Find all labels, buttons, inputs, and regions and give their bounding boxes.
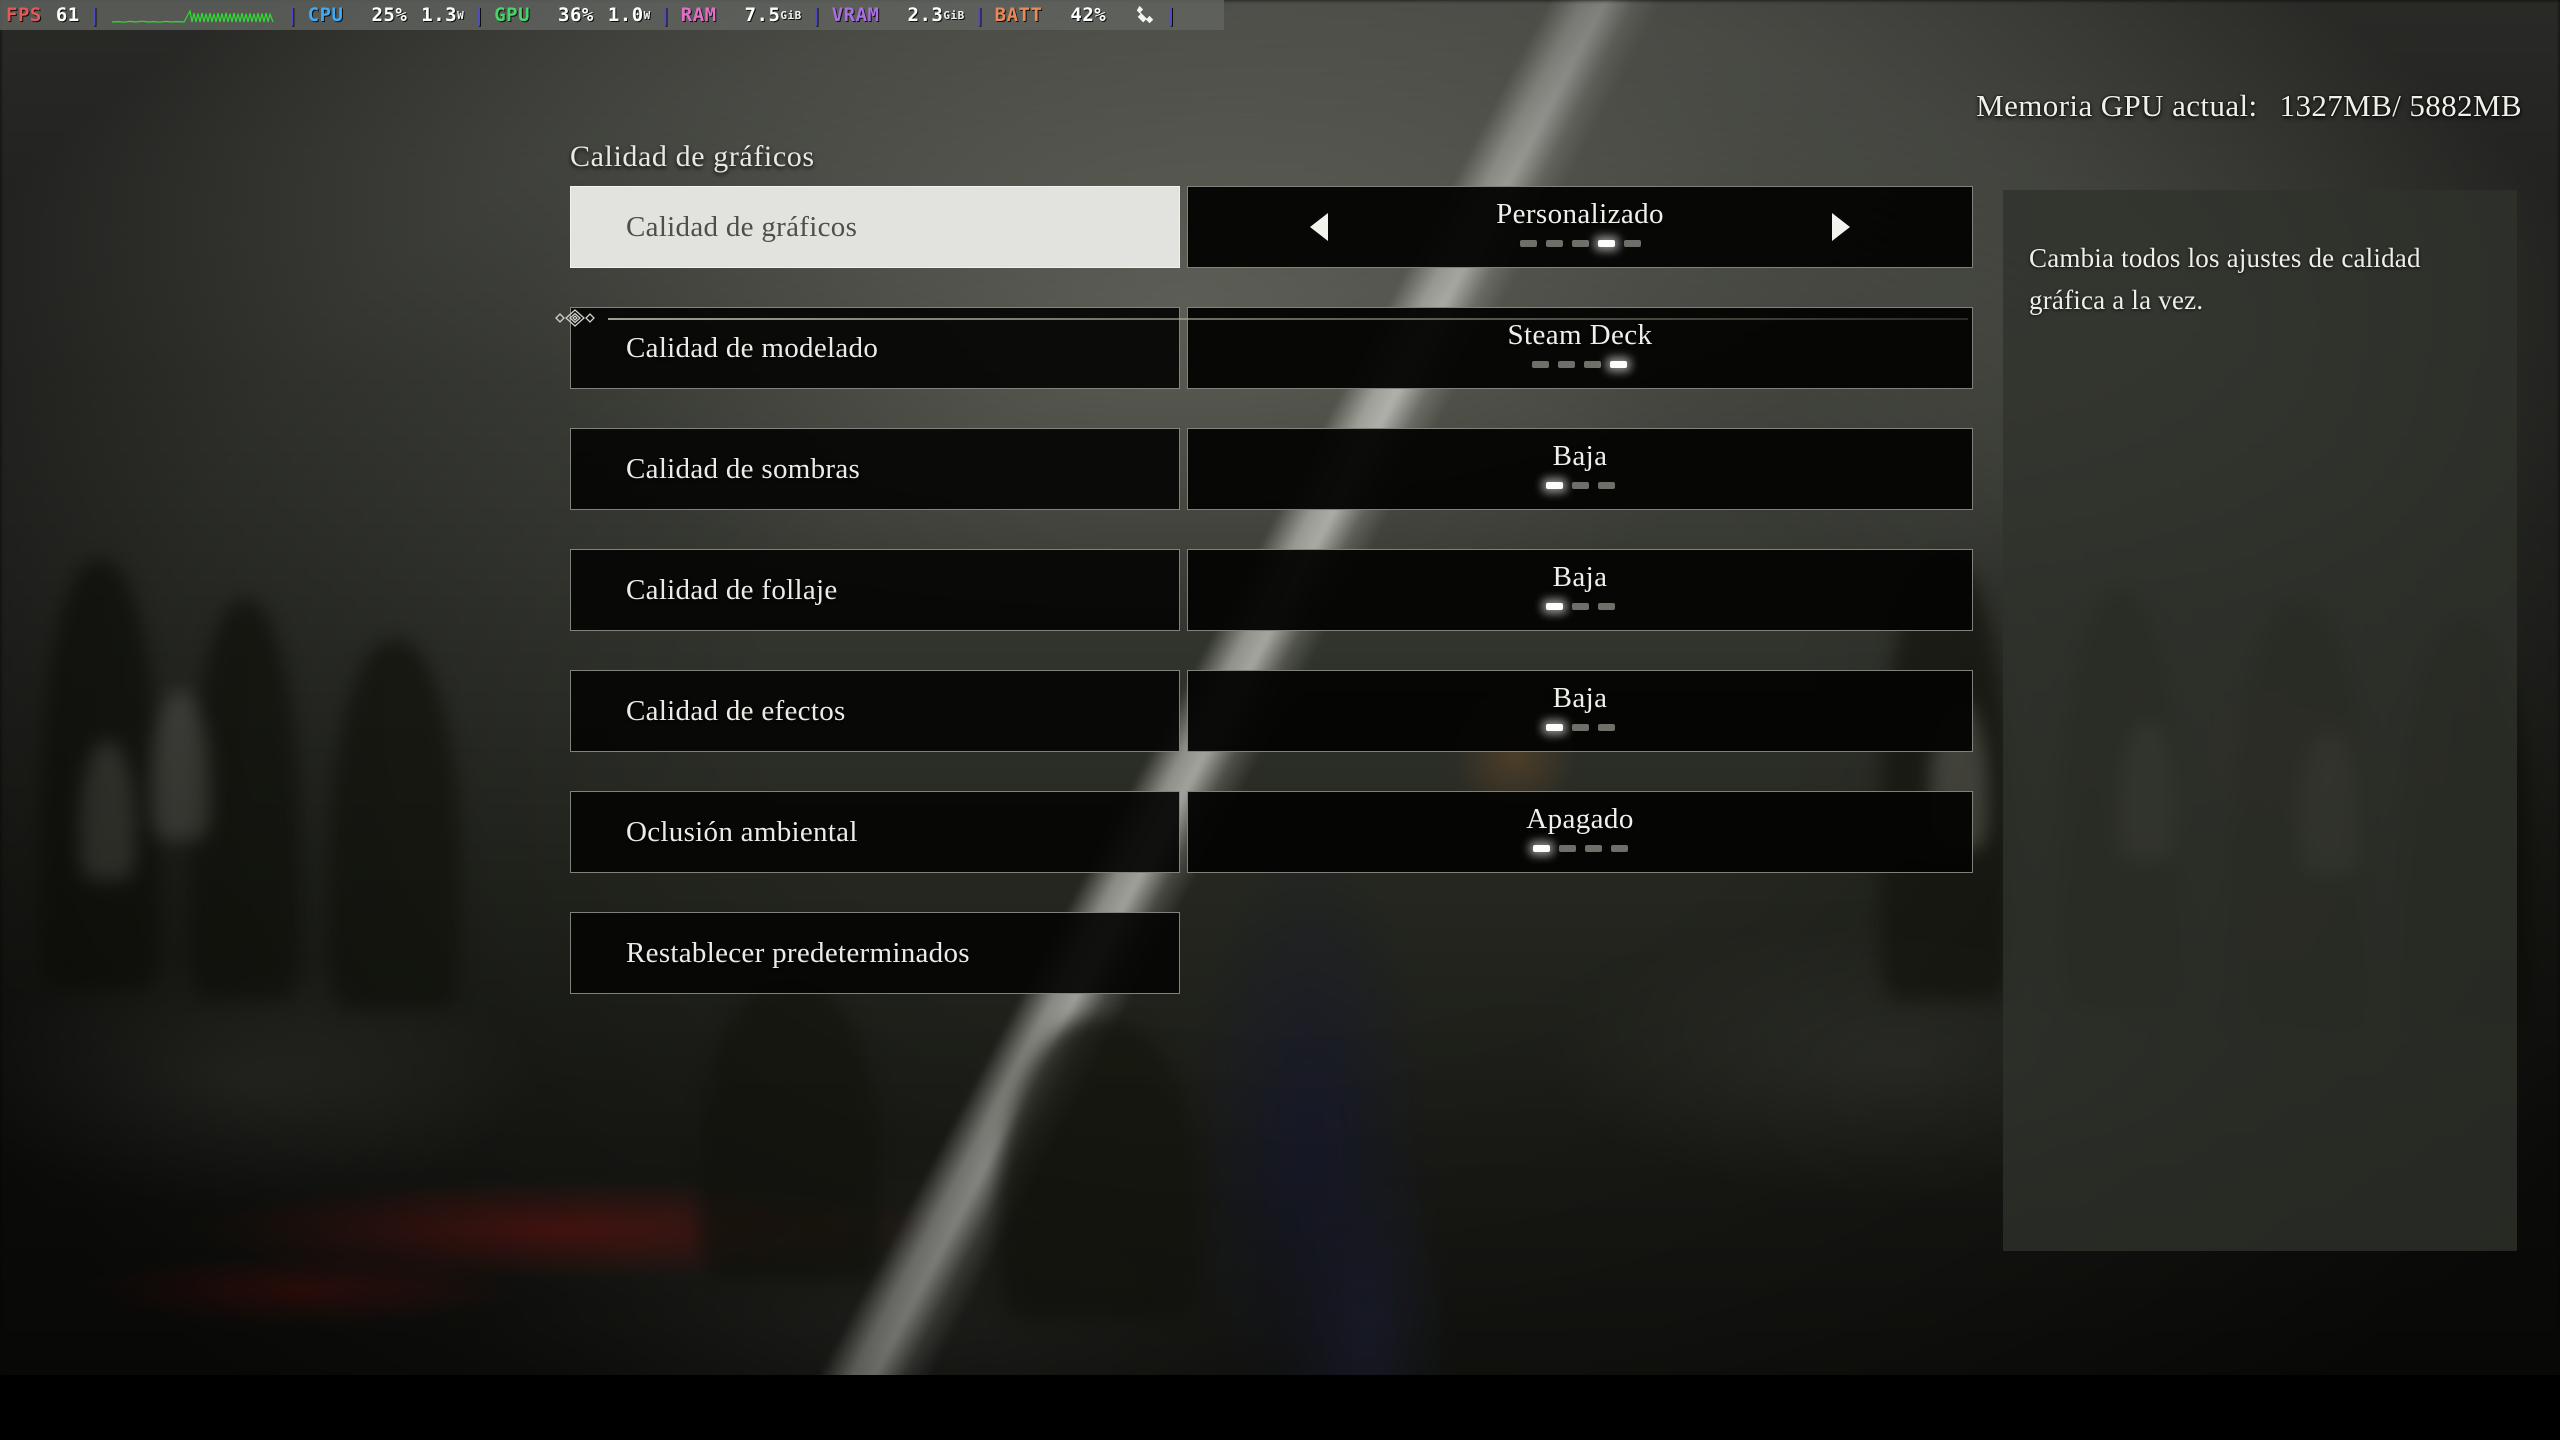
row-label-model-quality[interactable]: Calidad de modelado [570,307,1180,389]
value-text-effects-quality: Baja [1552,681,1608,714]
settings-list: Calidad de gráficos Personalizado Calida… [570,186,1973,994]
reset-defaults-button[interactable]: Restablecer predeterminados [570,912,1180,994]
row-value-ambient-occlusion[interactable]: Apagado [1187,791,1973,873]
vram-unit: GiB [943,8,965,22]
cpu-power-value: 1.3 [421,4,458,26]
row-value-graphics-quality[interactable]: Personalizado [1187,186,1973,268]
settings-row-reset-defaults[interactable]: Restablecer predeterminados [570,912,1973,994]
page-title: Calidad de gráficos [570,140,815,173]
row-value-model-quality[interactable]: Steam Deck [1187,307,1973,389]
ram-value: 7.5 [744,4,781,26]
battery-label: BATT [994,4,1043,26]
row-label-ambient-occlusion[interactable]: Oclusión ambiental [570,791,1180,873]
row-label-shadow-quality[interactable]: Calidad de sombras [570,428,1180,510]
fps-value: 61 [55,4,80,26]
row-label-foliage-quality[interactable]: Calidad de follaje [570,549,1180,631]
description-panel [2003,190,2517,1251]
cpu-power-unit: W [457,8,465,22]
value-text-foliage-quality: Baja [1552,560,1608,593]
row-label-graphics-quality[interactable]: Calidad de gráficos [570,186,1180,268]
value-steps-foliage-quality [1545,602,1615,610]
cpu-label: CPU [307,4,344,26]
gpu-usage-value: 36% [558,4,594,26]
row-value-effects-quality[interactable]: Baja [1187,670,1973,752]
perf-separator-5: | [810,4,823,26]
game-settings-screen: FPS 61 | | CPU 25% 1.3 W | GPU 36% 1.0 W |… [0,0,2560,1440]
settings-row-foliage-quality[interactable]: Calidad de follaje Baja [570,549,1973,631]
row-value-foliage-quality[interactable]: Baja [1187,549,1973,631]
gpu-power-unit: W [643,8,651,22]
vram-value: 2.3 [907,4,944,26]
gpu-memory-value: 1327MB/ 5882MB [2279,88,2522,123]
perf-separator: | [88,4,101,26]
row-label-effects-quality[interactable]: Calidad de efectos [570,670,1180,752]
gpu-memory-readout: Memoria GPU actual: 1327MB/ 5882MB [1976,88,2522,124]
ram-label: RAM [680,4,717,26]
description-text: Cambia todos los ajustes de calidad gráf… [2029,243,2421,315]
settings-row-effects-quality[interactable]: Calidad de efectos Baja [570,670,1973,752]
ram-unit: GiB [780,8,802,22]
value-text-graphics-quality: Personalizado [1496,197,1664,230]
battery-value: 42% [1070,4,1107,26]
gpu-memory-label: Memoria GPU actual: [1976,88,2258,123]
value-steps-model-quality [1532,360,1628,368]
settings-row-ambient-occlusion[interactable]: Oclusión ambiental Apagado [570,791,1973,873]
letterbox-bottom-bar [0,1375,2560,1440]
gpu-label: GPU [494,4,531,26]
fps-label: FPS [6,4,42,26]
value-text-ambient-occlusion: Apagado [1526,802,1634,835]
perf-separator-3: | [473,4,486,26]
settings-row-model-quality[interactable]: Calidad de modelado Steam Deck [570,307,1973,389]
value-steps-shadow-quality [1545,481,1615,489]
value-steps-graphics-quality [1519,239,1641,247]
perf-separator-2: | [286,4,299,26]
value-steps-effects-quality [1545,723,1615,731]
vram-label: VRAM [831,4,880,26]
value-text-model-quality: Steam Deck [1507,318,1653,351]
value-steps-ambient-occlusion [1532,844,1628,852]
perf-separator-7: | [1165,4,1178,26]
perf-separator-6: | [973,4,986,26]
performance-overlay: FPS 61 | | CPU 25% 1.3 W | GPU 36% 1.0 W |… [0,0,1224,30]
settings-row-shadow-quality[interactable]: Calidad de sombras Baja [570,428,1973,510]
gpu-power-value: 1.0 [607,4,644,26]
value-text-shadow-quality: Baja [1552,439,1608,472]
chevron-left-icon[interactable] [1310,213,1328,241]
settings-row-graphics-quality[interactable]: Calidad de gráficos Personalizado [570,186,1973,268]
cpu-usage-value: 25% [371,4,408,26]
chevron-right-icon[interactable] [1832,213,1850,241]
perf-separator-4: | [659,4,672,26]
fps-graph-icon [111,9,274,23]
plug-charging-icon [1137,5,1154,24]
row-value-shadow-quality[interactable]: Baja [1187,428,1973,510]
